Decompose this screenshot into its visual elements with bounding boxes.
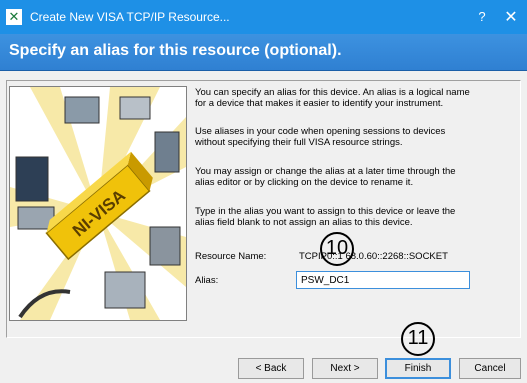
description-text: alias field blank to not assign an alias… xyxy=(195,217,413,228)
alias-input[interactable] xyxy=(296,271,470,289)
instrument-icon xyxy=(15,156,49,202)
description-text: alias editor or by clicking on the devic… xyxy=(195,177,414,188)
description-text: Use aliases in your code when opening se… xyxy=(195,126,446,137)
callout-step-10: 10 xyxy=(320,232,354,266)
header-banner: Specify an alias for this resource (opti… xyxy=(0,34,527,71)
title-bar: ✕ Create New VISA TCP/IP Resource... ? ✕ xyxy=(0,0,527,34)
callout-step-11: 11 xyxy=(401,322,435,356)
next-button[interactable]: Next > xyxy=(312,358,378,379)
finish-button[interactable]: Finish xyxy=(385,358,451,379)
instrument-icon xyxy=(64,96,100,124)
page-title: Specify an alias for this resource (opti… xyxy=(9,42,342,59)
back-button[interactable]: < Back xyxy=(238,358,304,379)
illustration: NI-VISA xyxy=(9,86,187,321)
resource-name-label: Resource Name: xyxy=(195,251,267,262)
window-title: Create New VISA TCP/IP Resource... xyxy=(30,10,230,24)
description-text: for a device that makes it easier to ide… xyxy=(195,98,444,109)
cancel-button[interactable]: Cancel xyxy=(459,358,521,379)
alias-label: Alias: xyxy=(195,275,219,286)
instrument-icon xyxy=(104,271,146,309)
description-text: Type in the alias you want to assign to … xyxy=(195,206,456,217)
instruments-illustration: NI-VISA xyxy=(10,87,186,320)
instrument-icon xyxy=(119,96,151,120)
description-text: You can specify an alias for this device… xyxy=(195,87,470,98)
ni-x-icon: ✕ xyxy=(6,9,22,25)
description-text: without specifying their full VISA resou… xyxy=(195,137,403,148)
instrument-icon xyxy=(154,131,180,173)
instrument-icon xyxy=(149,226,181,266)
close-button[interactable]: ✕ xyxy=(502,7,520,27)
help-button[interactable]: ? xyxy=(474,9,490,24)
description-text: You may assign or change the alias at a … xyxy=(195,166,456,177)
